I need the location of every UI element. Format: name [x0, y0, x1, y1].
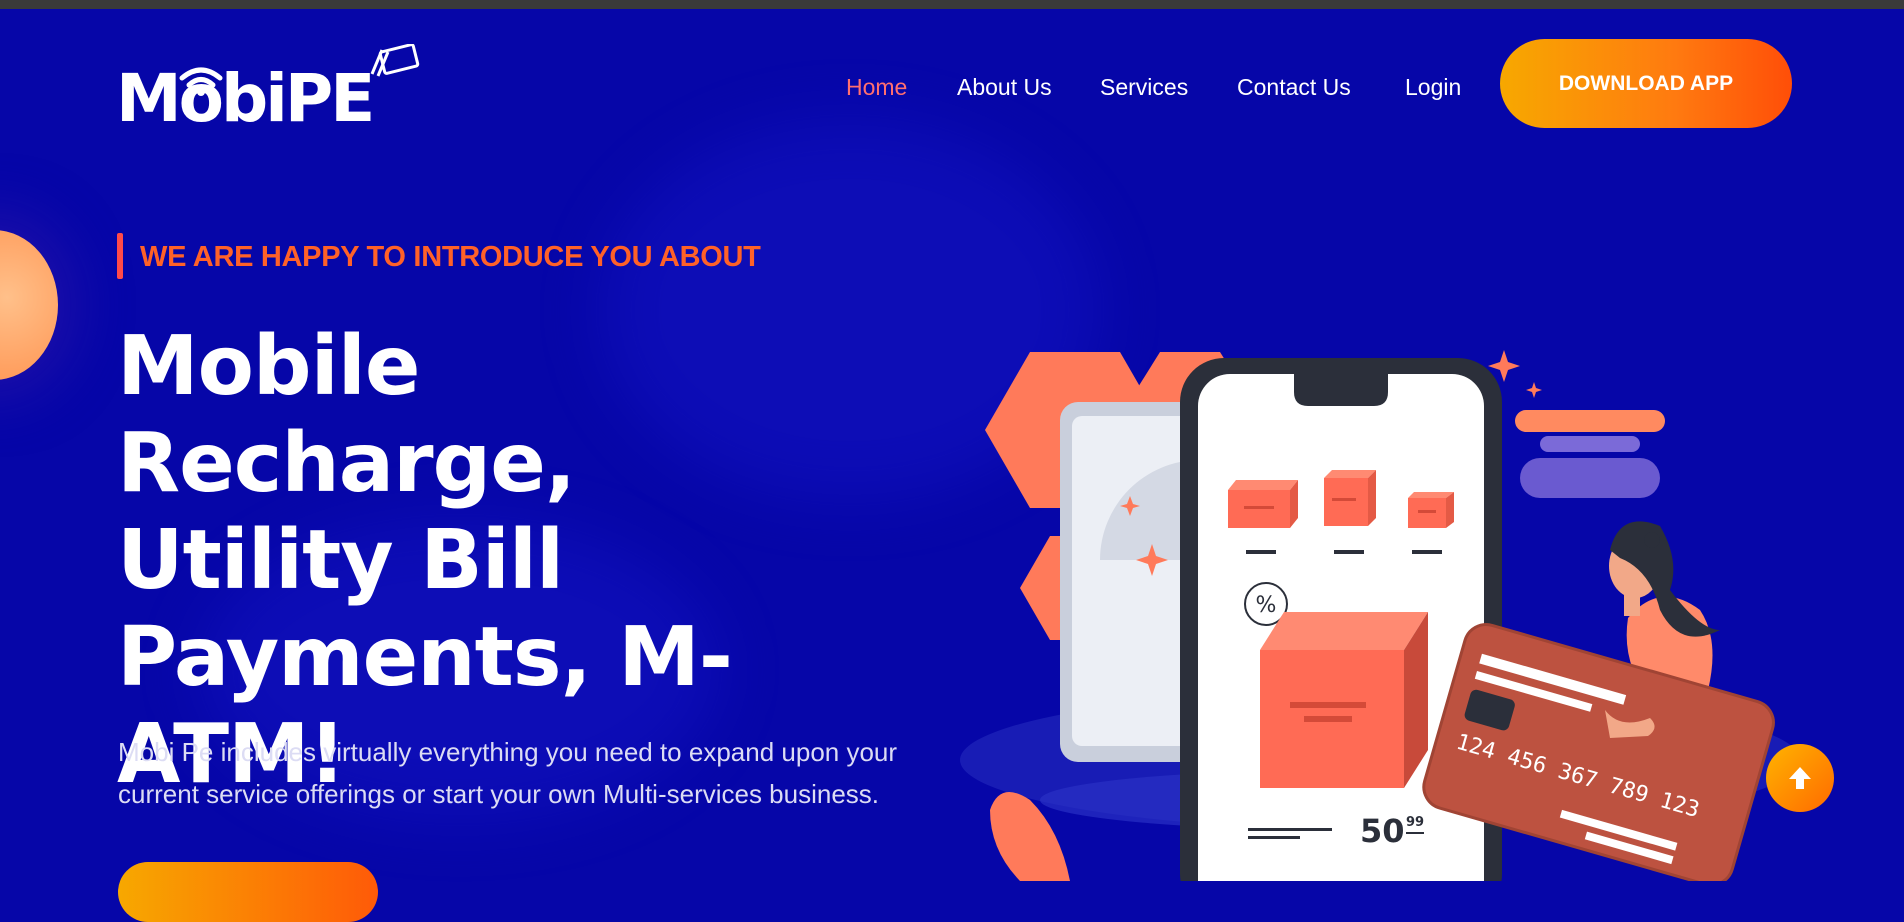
sparkle-icon [1526, 382, 1542, 398]
hero-title-line: Utility Bill [117, 513, 564, 608]
discount-symbol: % [1256, 593, 1277, 618]
nav-about-us-link[interactable]: About Us [957, 74, 1052, 101]
price-cents: 99 [1406, 815, 1424, 830]
intro-tagline: WE ARE HAPPY TO INTRODUCE YOU ABOUT [140, 241, 761, 273]
browser-top-strip [0, 0, 1904, 9]
product-box-large [1260, 612, 1428, 788]
intro-accent-bar [117, 233, 123, 279]
price-main: 50 [1360, 812, 1405, 850]
nav-login-link[interactable]: Login [1405, 74, 1461, 101]
hero-title-line: Payments, M- [117, 610, 733, 705]
hero-illustration: % 50 99 124 456 367 789 123 [960, 350, 1800, 881]
wifi-icon [179, 67, 223, 96]
cash-icon [370, 44, 420, 77]
scroll-to-top-button[interactable] [1766, 744, 1834, 812]
hero-cta-button[interactable] [118, 862, 378, 922]
hero-title-line: Mobile Recharge, [117, 319, 576, 511]
hero-description-line: current service offerings or start your … [118, 779, 880, 809]
hero-description-line: Mobi Pe includes virtually everything yo… [118, 737, 898, 767]
nav-contact-us-link[interactable]: Contact Us [1237, 74, 1351, 101]
brand-logo[interactable]: MobiPE [116, 44, 422, 138]
nav-home-link[interactable]: Home [846, 74, 907, 101]
download-app-button[interactable]: DOWNLOAD APP [1500, 39, 1792, 128]
nav-services-link[interactable]: Services [1100, 74, 1188, 101]
decorative-orb [0, 230, 58, 380]
brand-name: MobiPE [116, 60, 375, 137]
arrow-up-icon [1789, 767, 1811, 789]
hero-description: Mobi Pe includes virtually everything yo… [118, 731, 938, 815]
